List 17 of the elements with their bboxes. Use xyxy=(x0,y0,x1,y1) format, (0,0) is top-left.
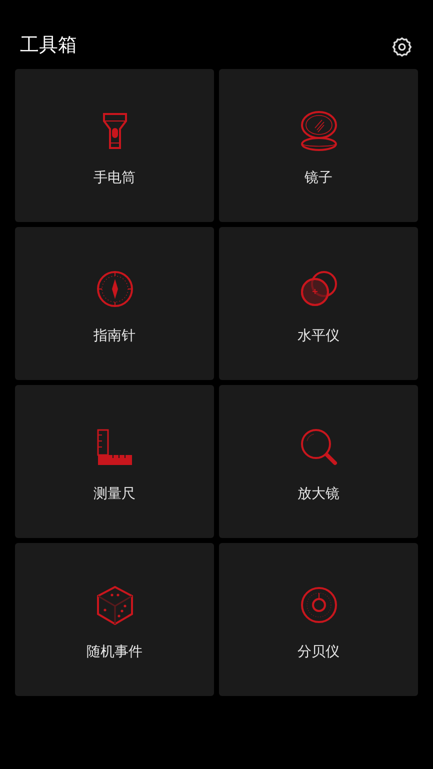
ruler-icon xyxy=(94,427,134,467)
compass-icon xyxy=(94,269,134,309)
tool-tile[interactable]: 水平仪 xyxy=(219,227,418,380)
tool-tile[interactable]: 随机事件 xyxy=(15,543,214,696)
settings-icon[interactable] xyxy=(391,36,413,58)
tool-tile[interactable]: 放大镜 xyxy=(219,385,418,538)
decibel-meter-icon xyxy=(298,585,338,625)
tool-tile[interactable]: 镜子 xyxy=(219,69,418,222)
mirror-icon xyxy=(298,111,338,151)
tool-tile[interactable]: 分贝仪 xyxy=(219,543,418,696)
dice-icon xyxy=(94,585,134,625)
tool-tile[interactable]: 手电筒 xyxy=(15,69,214,222)
magnifier-icon xyxy=(298,427,338,467)
tool-tile[interactable]: 测量尺 xyxy=(15,385,214,538)
page-title: 工具箱 xyxy=(20,34,77,58)
spirit-level-icon xyxy=(298,269,338,309)
tool-tile[interactable]: 指南针 xyxy=(15,227,214,380)
